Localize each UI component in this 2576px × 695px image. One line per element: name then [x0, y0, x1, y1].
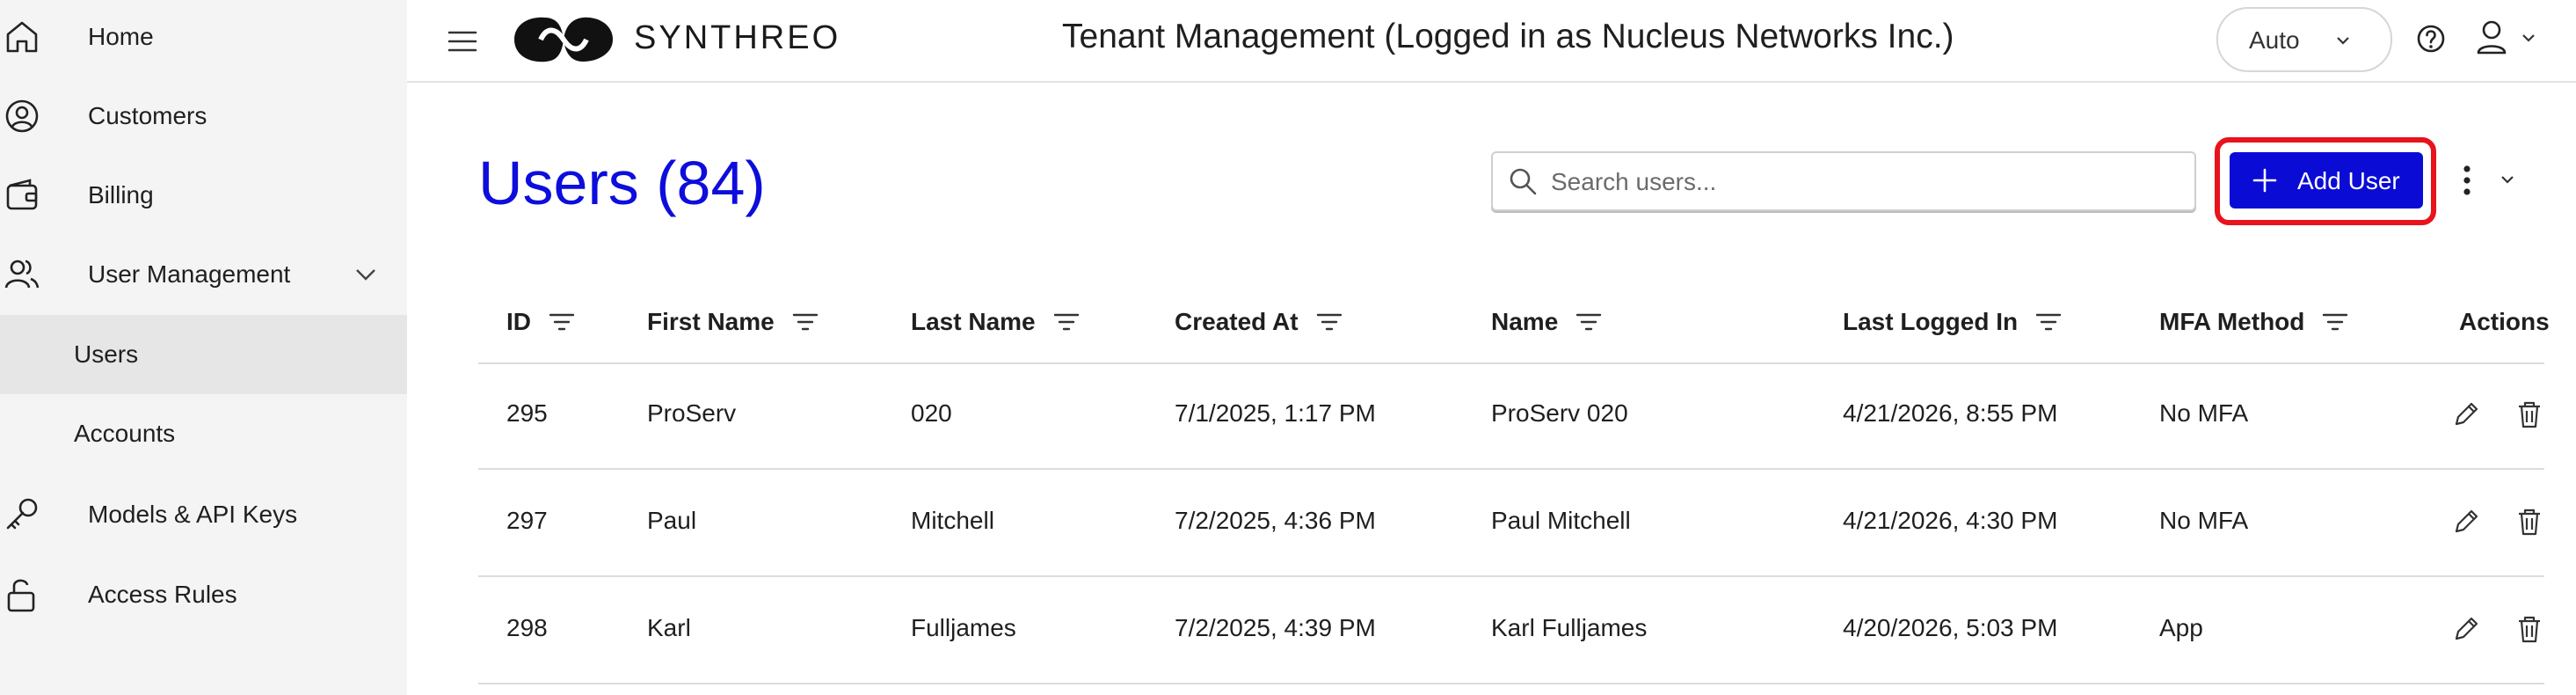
sidebar-item-accounts[interactable]: Accounts [0, 394, 407, 473]
cell-mfa-method: No MFA [2159, 507, 2249, 534]
plus-icon [2252, 168, 2277, 193]
chevron-down-icon [356, 269, 375, 281]
column-header-id: ID [506, 308, 577, 336]
column-header-label: Last Logged In [1843, 308, 2019, 335]
cell-mfa-method: App [2159, 614, 2203, 641]
edit-icon[interactable] [2449, 398, 2483, 431]
cell-last-name: 020 [911, 399, 952, 427]
cell-name: Paul Mitchell [1491, 507, 1631, 534]
sidebar-item-users[interactable]: Users [0, 315, 407, 394]
filter-icon[interactable] [547, 310, 577, 334]
column-header-mfa-method: MFA Method [2159, 308, 2350, 336]
cell-name: Karl Fulljames [1491, 614, 1648, 641]
theme-select[interactable]: Auto [2216, 7, 2392, 72]
sidebar-item-label: User Management [88, 260, 291, 288]
edit-icon[interactable] [2449, 505, 2483, 538]
cell-last-name: Mitchell [911, 507, 994, 534]
theme-select-value: Auto [2249, 26, 2300, 54]
cell-last-logged-in: 4/21/2026, 4:30 PM [1843, 507, 2058, 534]
filter-icon[interactable] [1574, 310, 1604, 334]
sidebar-item-label: Customers [88, 102, 207, 129]
column-header-created-at: Created At [1175, 308, 1344, 336]
trash-icon[interactable] [2513, 505, 2546, 538]
cell-id: 298 [506, 614, 548, 641]
edit-icon[interactable] [2449, 612, 2483, 646]
cell-id: 297 [506, 507, 548, 534]
column-header-label: Actions [2459, 308, 2550, 335]
chevron-down-icon[interactable] [2517, 26, 2540, 49]
cell-first-name: ProServ [647, 399, 737, 427]
home-icon [6, 21, 38, 53]
column-header-last-name: Last Name [911, 308, 1081, 336]
user-account-icon[interactable] [2471, 16, 2512, 60]
table-row: 297 Paul Mitchell 7/2/2025, 4:36 PM Paul… [478, 470, 2544, 577]
column-header-actions: Actions [2459, 308, 2550, 336]
cell-created-at: 7/2/2025, 4:39 PM [1175, 614, 1376, 641]
hamburger-menu-icon[interactable] [442, 21, 483, 62]
column-header-last-logged-in: Last Logged In [1843, 308, 2063, 336]
sidebar-item-label: Billing [88, 181, 154, 208]
more-options-icon[interactable] [2458, 162, 2476, 199]
chevron-down-icon[interactable] [2495, 167, 2520, 192]
sidebar-item-billing[interactable]: Billing [0, 156, 407, 235]
column-header-label: MFA Method [2159, 308, 2305, 335]
trash-icon[interactable] [2513, 612, 2546, 646]
column-header-label: Name [1491, 308, 1559, 335]
cell-created-at: 7/2/2025, 4:36 PM [1175, 507, 1376, 534]
users-icon [4, 260, 40, 289]
cell-created-at: 7/1/2025, 1:17 PM [1175, 399, 1376, 427]
cell-first-name: Paul [647, 507, 697, 534]
column-header-label: First Name [647, 308, 775, 335]
key-icon [6, 498, 38, 530]
column-header-name: Name [1491, 308, 1604, 336]
chevron-down-icon [2337, 37, 2349, 45]
unlock-icon [7, 579, 35, 612]
sidebar-item-access-rules[interactable]: Access Rules [0, 555, 407, 634]
filter-icon[interactable] [790, 310, 820, 334]
add-user-label: Add User [2297, 167, 2400, 194]
search-input[interactable] [1549, 162, 2168, 202]
filter-icon[interactable] [2034, 310, 2063, 334]
filter-icon[interactable] [1314, 310, 1344, 334]
synthreo-logo-icon [514, 17, 613, 62]
logo-text: SYNTHREO [634, 19, 841, 56]
sidebar: Home Customers Billing User Management U… [0, 0, 407, 695]
sidebar-item-home[interactable]: Home [0, 0, 407, 77]
column-header-first-name: First Name [647, 308, 820, 336]
top-bar: SYNTHREO Tenant Management (Logged in as… [407, 0, 2576, 83]
column-header-label: Last Name [911, 308, 1036, 335]
sidebar-item-label: Models & API Keys [88, 501, 298, 528]
column-header-label: ID [506, 308, 531, 335]
sidebar-item-label: Home [88, 23, 154, 50]
column-header-label: Created At [1175, 308, 1299, 335]
sidebar-item-customers[interactable]: Customers [0, 77, 407, 156]
add-user-button[interactable]: Add User [2230, 152, 2423, 208]
sidebar-item-label: Accounts [74, 420, 176, 447]
filter-icon[interactable] [2320, 310, 2350, 334]
cell-last-logged-in: 4/20/2026, 5:03 PM [1843, 614, 2058, 641]
filter-icon[interactable] [1052, 310, 1081, 334]
table-row: 295 ProServ 020 7/1/2025, 1:17 PM ProSer… [478, 362, 2544, 470]
cell-name: ProServ 020 [1491, 399, 1628, 427]
sidebar-item-user-management[interactable]: User Management [0, 235, 407, 314]
cell-last-logged-in: 4/21/2026, 8:55 PM [1843, 399, 2058, 427]
page-header-title: Tenant Management (Logged in as Nucleus … [1062, 18, 1954, 55]
sidebar-item-models-api-keys[interactable]: Models & API Keys [0, 475, 407, 554]
cell-mfa-method: No MFA [2159, 399, 2249, 427]
sidebar-item-label: Users [74, 340, 139, 368]
cell-first-name: Karl [647, 614, 691, 641]
search-icon [1510, 168, 1537, 195]
cell-id: 295 [506, 399, 548, 427]
search-box [1491, 151, 2196, 211]
wallet-icon [6, 179, 38, 210]
user-circle-icon [5, 99, 39, 133]
table-header: ID First Name Last Name Created At Name … [478, 282, 2550, 364]
table-row: 298 Karl Fulljames 7/2/2025, 4:39 PM Kar… [478, 577, 2544, 684]
sidebar-item-label: Access Rules [88, 581, 237, 608]
cell-last-name: Fulljames [911, 614, 1016, 641]
help-icon[interactable] [2412, 19, 2450, 58]
trash-icon[interactable] [2513, 398, 2546, 431]
page-title: Users (84) [478, 149, 766, 217]
